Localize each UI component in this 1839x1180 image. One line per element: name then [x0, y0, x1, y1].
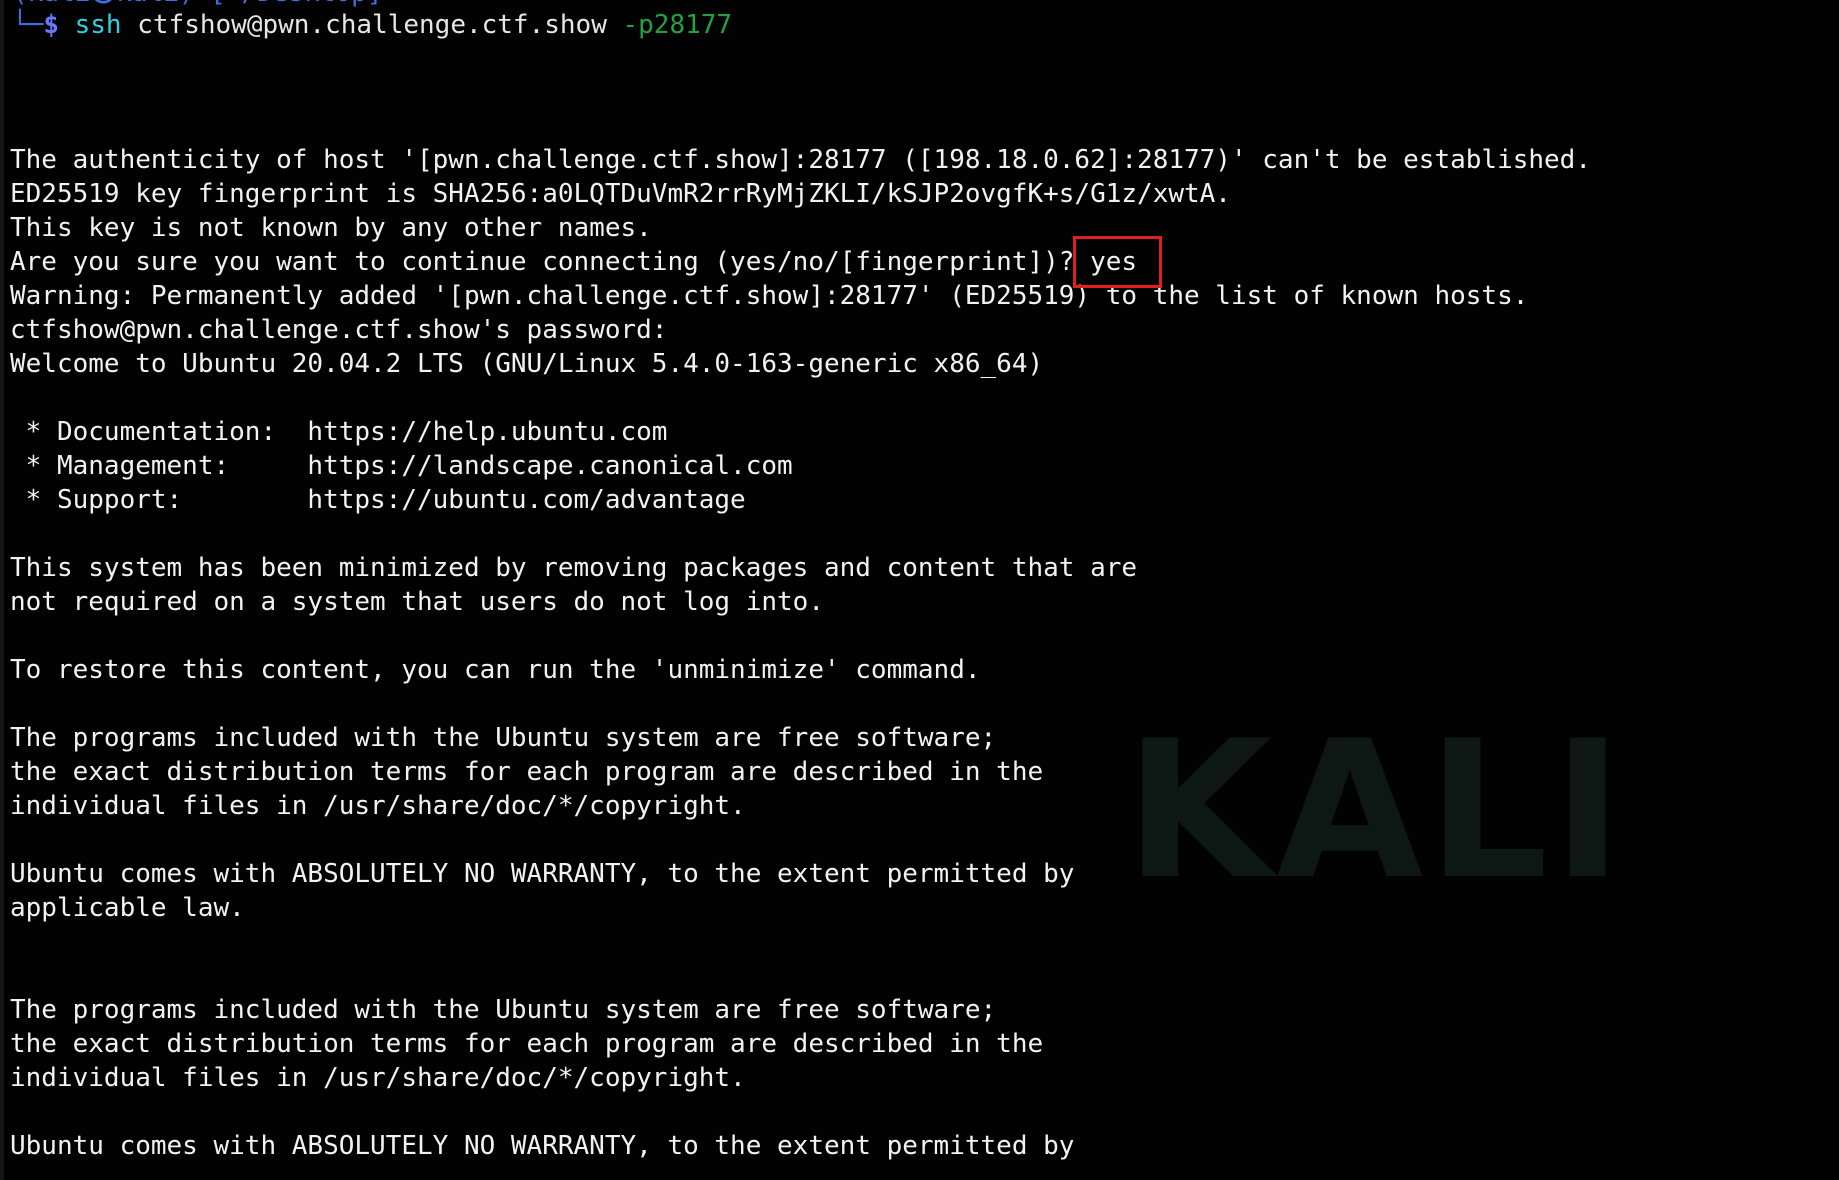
confirm-prompt-text: Are you sure you want to continue connec…: [10, 247, 1091, 277]
highlighted-answer-yes: yes: [1073, 236, 1163, 288]
output-line: applicable law.: [10, 893, 245, 923]
output-line: the exact distribution terms for each pr…: [10, 757, 1044, 787]
output-line: * Support: https://ubuntu.com/advantage: [10, 485, 746, 515]
output-line: ctfshow@pwn.challenge.ctf.show's passwor…: [10, 315, 668, 345]
command-name: ssh: [74, 10, 122, 40]
prompt-symbol: $: [43, 10, 59, 40]
output-line: Warning: Permanently added '[pwn.challen…: [10, 281, 1529, 311]
output-line-confirm: Are you sure you want to continue connec…: [10, 236, 1839, 288]
command-line: └─$ ssh ctfshow@pwn.challenge.ctf.show -…: [12, 8, 732, 42]
output-line: not required on a system that users do n…: [10, 587, 824, 617]
output-line: * Management: https://landscape.canonica…: [10, 451, 793, 481]
output-line: * Documentation: https://help.ubuntu.com: [10, 417, 668, 447]
output-line: This key is not known by any other names…: [10, 213, 652, 243]
output-line: individual files in /usr/share/doc/*/cop…: [10, 1063, 746, 1093]
output-line: To restore this content, you can run the…: [10, 655, 981, 685]
output-line: ED25519 key fingerprint is SHA256:a0LQTD…: [10, 179, 1231, 209]
output-line: This system has been minimized by removi…: [10, 553, 1138, 583]
prompt-corner: └─: [12, 10, 44, 40]
terminal-left-border: [0, 0, 4, 1180]
output-line: The programs included with the Ubuntu sy…: [10, 723, 997, 753]
command-target: ctfshow@pwn.challenge.ctf.show: [121, 10, 623, 40]
terminal-output: The authenticity of host '[pwn.challenge…: [10, 143, 1839, 1163]
output-line: the exact distribution terms for each pr…: [10, 1029, 1044, 1059]
command-port-flag: -p28177: [622, 10, 733, 40]
output-line: The authenticity of host '[pwn.challenge…: [10, 145, 1591, 175]
output-line: Ubuntu comes with ABSOLUTELY NO WARRANTY…: [10, 1131, 1075, 1161]
output-line: The programs included with the Ubuntu sy…: [10, 995, 997, 1025]
terminal-window[interactable]: KALI (kali㉿kali) [~/Desktop] └─$ ssh ctf…: [0, 0, 1839, 1180]
output-line: Ubuntu comes with ABSOLUTELY NO WARRANTY…: [10, 859, 1075, 889]
output-line: individual files in /usr/share/doc/*/cop…: [10, 791, 746, 821]
output-line: Welcome to Ubuntu 20.04.2 LTS (GNU/Linux…: [10, 349, 1044, 379]
